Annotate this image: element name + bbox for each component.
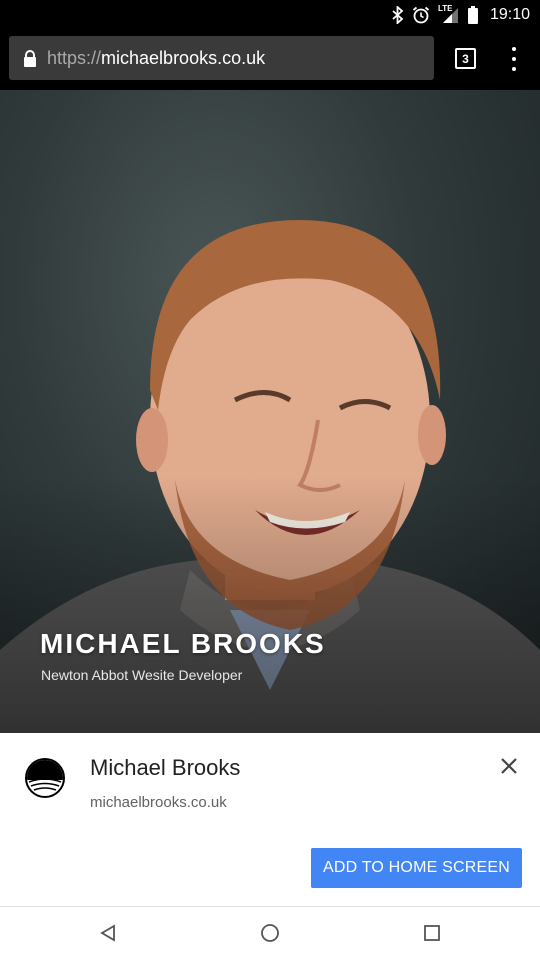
url-host: michaelbrooks.co.uk	[101, 47, 266, 68]
install-banner: Michael Brooks michaelbrooks.co.uk ADD T…	[0, 733, 540, 906]
browser-toolbar: https://michaelbrooks.co.uk 3	[0, 30, 540, 90]
banner-app-title: Michael Brooks	[90, 755, 241, 780]
overflow-menu-icon[interactable]	[507, 47, 521, 71]
recents-icon[interactable]	[420, 921, 444, 945]
home-icon[interactable]	[258, 921, 282, 945]
tab-switcher-button[interactable]: 3	[455, 48, 476, 69]
system-nav-bar	[0, 906, 540, 960]
alarm-icon	[412, 6, 430, 24]
url-bar[interactable]: https://michaelbrooks.co.uk	[9, 36, 434, 80]
back-icon[interactable]	[96, 921, 120, 945]
hero-section: MICHAEL BROOKS Newton Abbot Wesite Devel…	[0, 90, 540, 733]
add-to-home-screen-button[interactable]: ADD TO HOME SCREEN	[311, 848, 522, 888]
battery-icon	[467, 6, 478, 24]
bluetooth-icon	[392, 6, 404, 24]
site-logo-icon	[25, 758, 65, 798]
lock-icon	[24, 49, 36, 67]
status-bar: LTE 19:10	[0, 0, 540, 30]
signal-icon: LTE	[438, 4, 460, 24]
close-icon[interactable]	[494, 751, 524, 781]
hero-name: MICHAEL BROOKS	[40, 628, 326, 659]
url-scheme: https://	[47, 47, 102, 68]
status-time: 19:10	[489, 6, 530, 23]
banner-app-url: michaelbrooks.co.uk	[90, 794, 227, 811]
hero-tagline: Newton Abbot Wesite Developer	[41, 667, 243, 683]
